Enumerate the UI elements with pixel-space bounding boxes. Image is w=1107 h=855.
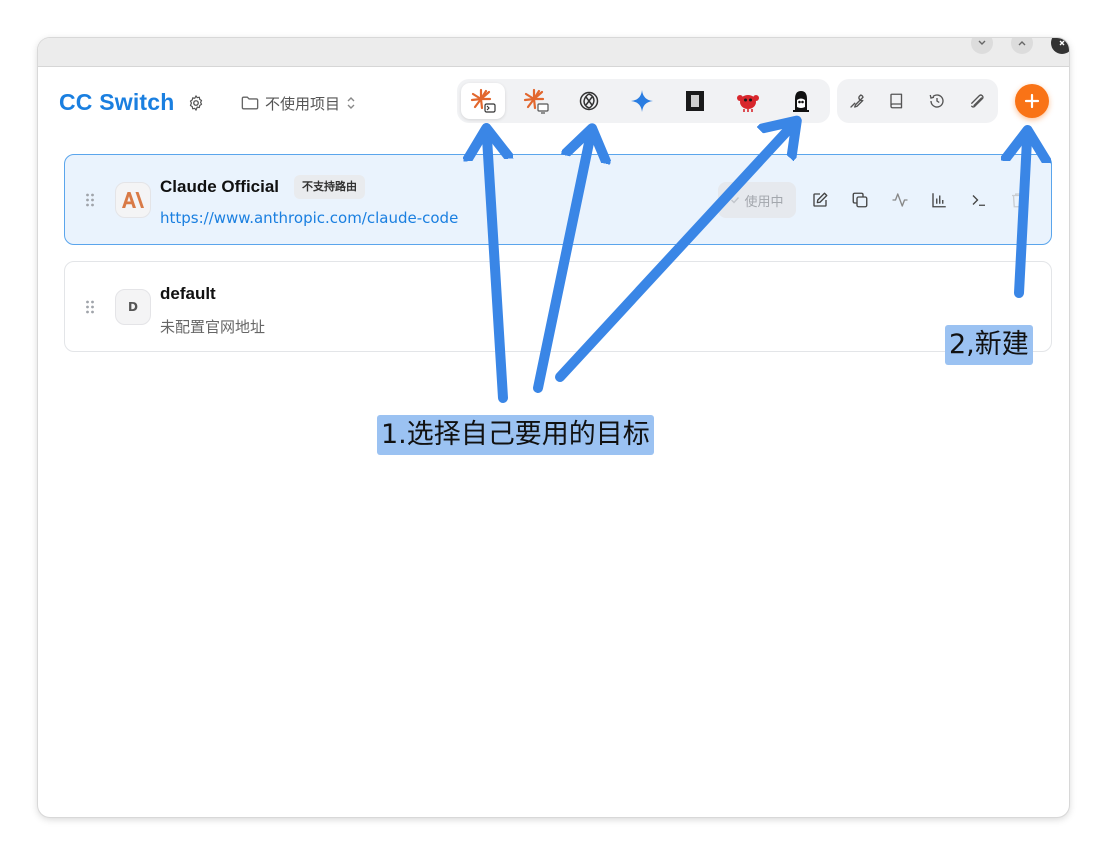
arrow-to-qwen [555, 128, 790, 382]
arrow-to-add [1019, 140, 1027, 298]
annotation-step1: 1.选择自己要用的目标 [377, 415, 654, 455]
arrow-to-claude-code [487, 138, 503, 403]
annotation-step2: 2,新建 [945, 325, 1033, 365]
